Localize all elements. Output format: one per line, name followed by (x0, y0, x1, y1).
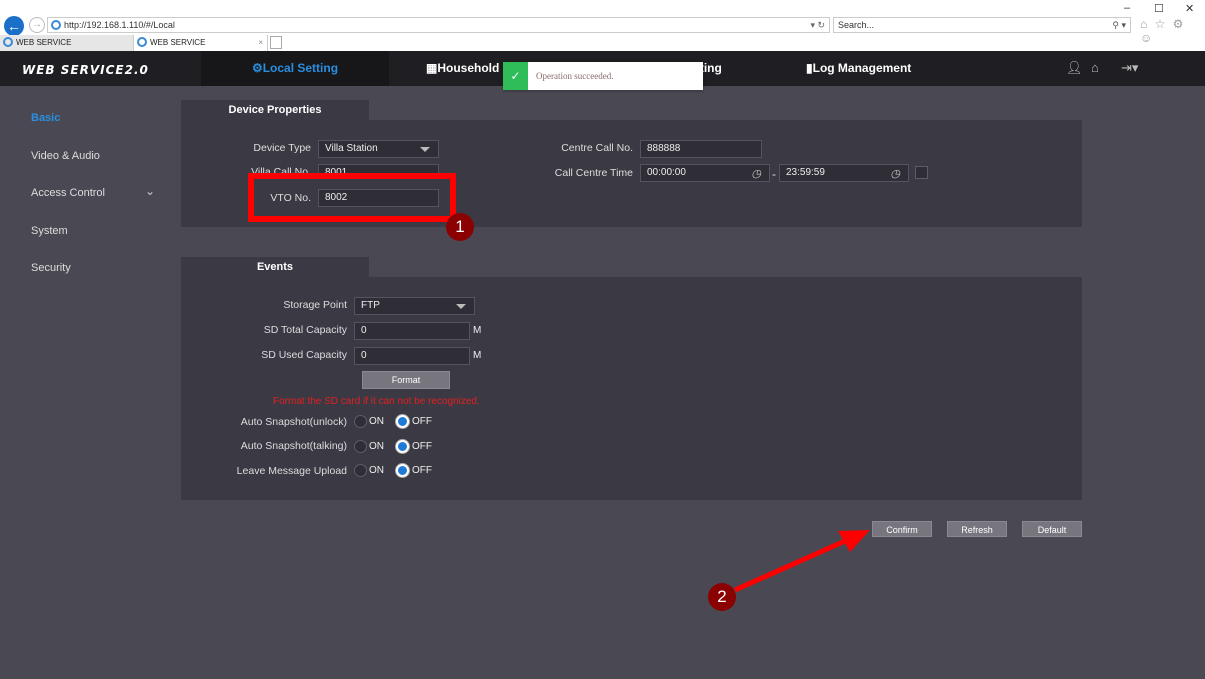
annotation-arrow (733, 530, 870, 593)
annotation-step-2: 2 (708, 583, 736, 611)
arrow-shaft (733, 538, 847, 593)
